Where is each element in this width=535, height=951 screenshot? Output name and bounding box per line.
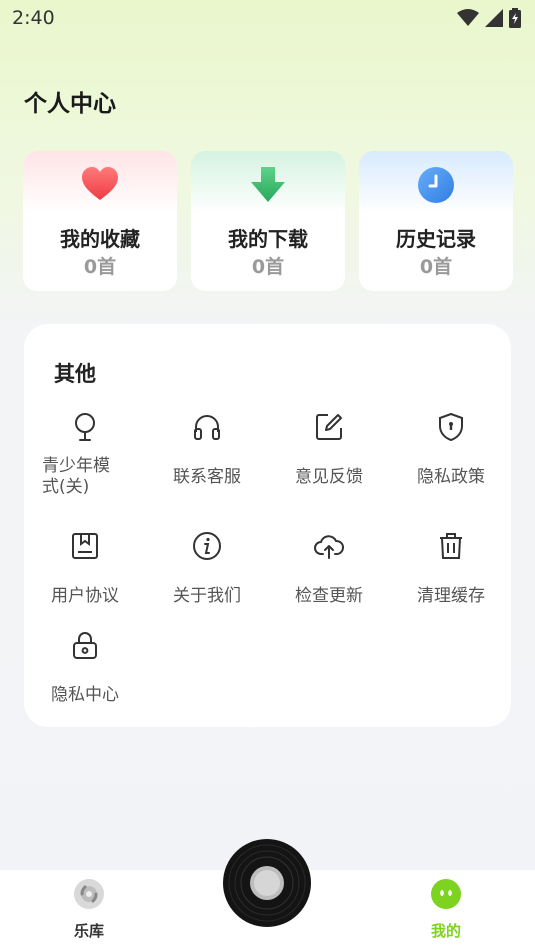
agreement-icon: [72, 533, 98, 559]
contact-support-item[interactable]: 联系客服: [146, 412, 268, 502]
signal-icon: [485, 9, 503, 27]
clear-cache-item[interactable]: 清理缓存: [390, 531, 512, 621]
edit-icon: [316, 414, 342, 440]
item-label: 意见反馈: [295, 467, 363, 487]
privacy-center-item[interactable]: 隐私中心: [24, 630, 146, 720]
download-arrow-icon: [251, 167, 285, 202]
lock-icon: [73, 632, 97, 659]
tab-music-library[interactable]: 乐库: [39, 870, 139, 951]
battery-icon: [509, 8, 521, 28]
status-time: 2:40: [12, 7, 55, 29]
item-label: 青少年模 式(关): [42, 456, 132, 498]
item-label: 清理缓存: [417, 586, 485, 606]
trash-icon: [440, 533, 462, 559]
tab-mine[interactable]: 我的: [396, 870, 496, 951]
heart-icon: [82, 167, 118, 200]
downloads-card[interactable]: 我的下载 0首: [191, 151, 345, 291]
status-icons: [457, 8, 521, 28]
info-icon: [193, 532, 221, 560]
music-library-icon: [74, 879, 104, 909]
teen-mode-item[interactable]: 青少年模 式(关): [24, 412, 146, 502]
about-us-item[interactable]: 关于我们: [146, 531, 268, 621]
card-count: 0首: [83, 256, 117, 278]
card-count: 0首: [251, 256, 285, 278]
card-label: 历史记录: [396, 227, 476, 251]
item-label: 联系客服: [173, 467, 241, 487]
mine-face-icon: [431, 879, 461, 909]
card-count: 0首: [419, 256, 453, 278]
tab-label: 我的: [430, 922, 461, 940]
shield-icon: [439, 412, 463, 442]
clock-icon: [418, 167, 454, 203]
feedback-item[interactable]: 意见反馈: [268, 412, 390, 502]
quick-cards: 我的收藏 0首 我的下载 0首 历史记录 0首: [23, 151, 513, 291]
card-label: 我的下载: [228, 227, 308, 251]
cloud-upload-icon: [314, 535, 344, 559]
user-agreement-item[interactable]: 用户协议: [24, 531, 146, 621]
vinyl-player-button[interactable]: [222, 838, 312, 928]
item-label: 检查更新: [295, 586, 363, 606]
check-update-item[interactable]: 检查更新: [268, 531, 390, 621]
section-title: 其他: [54, 362, 96, 386]
history-card[interactable]: 历史记录 0首: [359, 151, 513, 291]
favorites-card[interactable]: 我的收藏 0首: [23, 151, 177, 291]
page-title: 个人中心: [24, 91, 116, 117]
privacy-policy-item[interactable]: 隐私政策: [390, 412, 512, 502]
status-bar: 2:40: [0, 0, 535, 36]
item-label: 用户协议: [51, 586, 119, 606]
headphones-icon: [194, 415, 220, 440]
item-label: 关于我们: [173, 586, 241, 606]
label-line-1: 青少年模: [42, 456, 110, 476]
item-label: 隐私政策: [417, 467, 485, 487]
card-label: 我的收藏: [60, 227, 140, 251]
other-panel: 其他 青少年模 式(关) 联系客服 意见反馈 隐私政策 用户协议 关于我们 检查…: [24, 324, 511, 727]
tab-label: 乐库: [73, 922, 104, 940]
label-line-2: 式(关): [42, 477, 90, 497]
item-label: 隐私中心: [51, 685, 119, 705]
wifi-icon: [457, 9, 479, 26]
teen-mode-icon: [75, 413, 95, 441]
